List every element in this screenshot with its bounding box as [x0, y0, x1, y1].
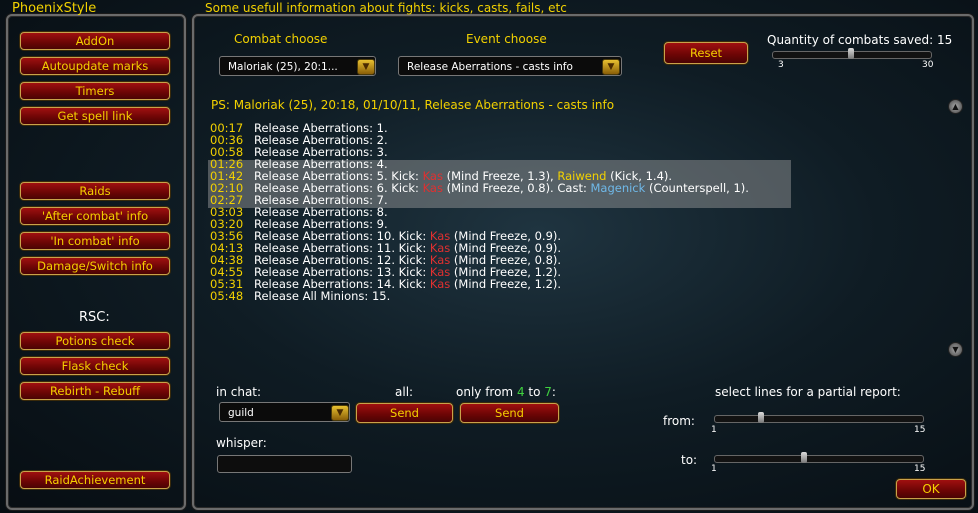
quantity-slider[interactable]: [772, 48, 932, 59]
only-from-start: 4: [516, 385, 525, 399]
combat-choose-value: Maloriak (25), 20:1...: [228, 61, 338, 73]
to-max: 15: [914, 464, 926, 474]
only-from-suffix: :: [551, 385, 556, 399]
send-all-button[interactable]: Send: [356, 403, 453, 423]
sidebar-item-addon[interactable]: AddOn: [20, 32, 170, 50]
log-player-name: Magenick: [590, 181, 646, 195]
log-time: 05:48: [210, 289, 244, 303]
log-detail: (Mind Freeze, 1.2).: [450, 277, 562, 291]
only-from-mid: to: [524, 385, 545, 399]
sidebar-item-potions-check[interactable]: Potions check: [20, 332, 170, 350]
sidebar-item-autoupdate-marks[interactable]: Autoupdate marks: [20, 57, 170, 75]
combat-choose-dropdown[interactable]: Maloriak (25), 20:1...: [219, 56, 376, 76]
reset-button[interactable]: Reset: [664, 42, 748, 64]
quantity-min: 3: [778, 60, 784, 70]
sidebar-item-flask-check[interactable]: Flask check: [20, 357, 170, 375]
from-min: 1: [711, 425, 717, 435]
log-player-name: Kas: [429, 277, 451, 291]
event-choose-value: Release Aberrations - casts info: [407, 61, 573, 73]
sidebar-item-damage-switch-info[interactable]: Damage/Switch info: [20, 257, 170, 275]
event-choose-arrow-icon[interactable]: ▼: [602, 59, 620, 75]
chat-channel-arrow-icon[interactable]: ▼: [331, 405, 349, 421]
from-slider-thumb[interactable]: [757, 412, 764, 423]
sidebar-item-rebirth-rebuff[interactable]: Rebirth - Rebuff: [20, 382, 170, 400]
sidebar-item-timers[interactable]: Timers: [20, 82, 170, 100]
sidebar-item-raids[interactable]: Raids: [20, 182, 170, 200]
report-log[interactable]: 00:17 Release Aberrations: 1. 00:36 Release…: [210, 122, 810, 302]
whisper-input[interactable]: [217, 455, 352, 473]
app-title: PhoenixStyle: [12, 1, 97, 16]
quantity-max: 30: [922, 60, 934, 70]
to-slider-thumb[interactable]: [800, 452, 807, 463]
only-from-prefix: only from: [456, 385, 517, 399]
only-from-label: only from 4 to 7:: [456, 385, 556, 399]
chat-channel-value: guild: [228, 407, 254, 419]
to-label: to:: [681, 453, 698, 467]
sidebar-item-after-combat-info[interactable]: 'After combat' info: [20, 207, 170, 225]
event-choose-dropdown[interactable]: Release Aberrations - casts info: [398, 56, 622, 76]
in-chat-label: in chat:: [216, 385, 262, 399]
report-header: PS: Maloriak (25), 20:18, 01/10/11, Rele…: [211, 98, 615, 112]
to-min: 1: [711, 464, 717, 474]
log-detail: (Counterspell, 1).: [645, 181, 749, 195]
raid-achievement-button[interactable]: RaidAchievement: [20, 471, 170, 489]
select-lines-label: select lines for a partial report:: [715, 385, 901, 399]
header-subtitle: Some usefull information about fights: k…: [205, 1, 567, 15]
sidebar-item-get-spell-link[interactable]: Get spell link: [20, 107, 170, 125]
all-label: all:: [395, 385, 414, 399]
ok-button[interactable]: OK: [896, 479, 966, 499]
log-detail: (Mind Freeze, 0.8). Cast:: [442, 181, 591, 195]
from-label: from:: [663, 414, 695, 428]
combat-choose-label: Combat choose: [234, 32, 328, 46]
whisper-label: whisper:: [216, 436, 267, 450]
from-max: 15: [914, 425, 926, 435]
from-slider[interactable]: [714, 412, 924, 423]
quantity-label: Quantity of combats saved: 15: [767, 33, 953, 47]
log-player-name: Kas: [422, 181, 443, 195]
sidebar-item-in-combat-info[interactable]: 'In combat' info: [20, 232, 170, 250]
scroll-up-icon[interactable]: ▲: [948, 99, 963, 114]
combat-choose-arrow-icon[interactable]: ▼: [357, 59, 375, 75]
log-text: Release All Minions: 15.: [254, 289, 391, 303]
quantity-slider-thumb[interactable]: [848, 48, 854, 59]
only-from-end: 7: [544, 385, 552, 399]
send-range-button[interactable]: Send: [460, 403, 559, 423]
log-line[interactable]: 05:48 Release All Minions: 15.: [210, 290, 810, 302]
event-choose-label: Event choose: [466, 32, 547, 46]
scroll-down-icon[interactable]: ▼: [948, 342, 963, 357]
to-slider[interactable]: [714, 452, 924, 463]
rsc-label: RSC:: [79, 310, 110, 325]
